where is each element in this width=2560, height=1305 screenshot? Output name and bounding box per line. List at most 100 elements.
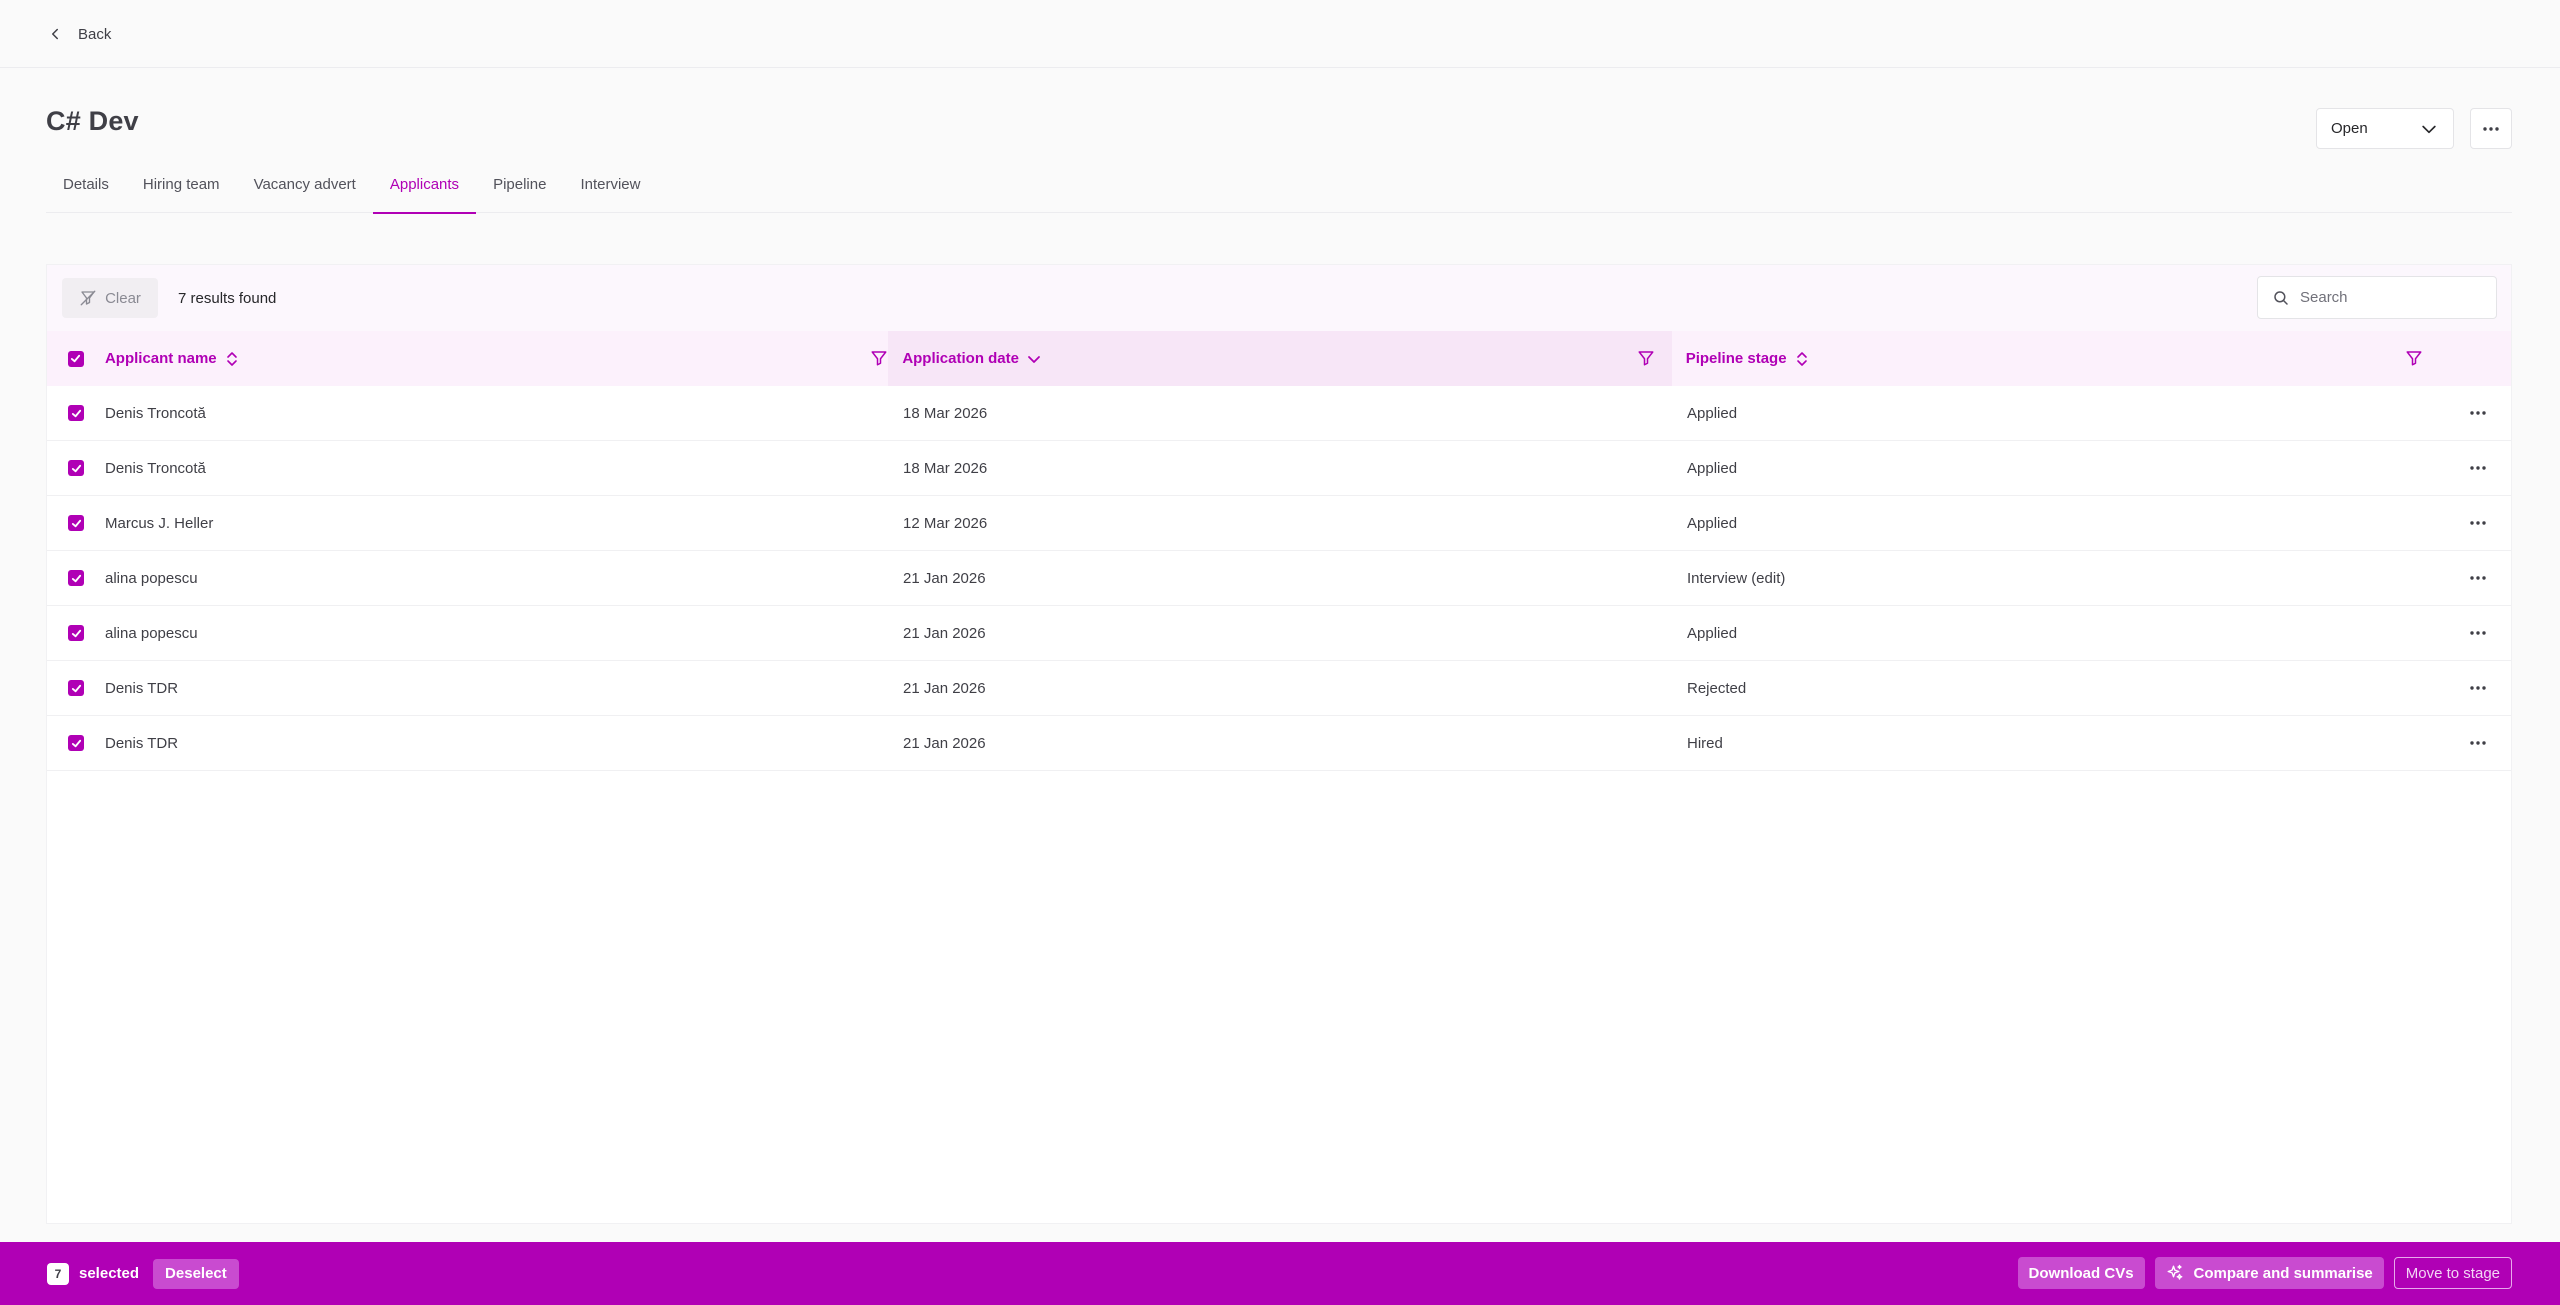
- row-more-button[interactable]: [2467, 568, 2489, 588]
- row-checkbox-cell: [47, 625, 105, 641]
- search-icon: [2274, 290, 2288, 305]
- table-row[interactable]: Marcus J. Heller 12 Mar 2026 Applied: [47, 496, 2511, 551]
- applicant-name[interactable]: Denis Troncotă: [105, 405, 889, 422]
- sort-icon[interactable]: [225, 351, 239, 367]
- filter-icon[interactable]: [1637, 349, 1655, 367]
- more-horizontal-icon: [2470, 466, 2486, 470]
- column-label-stage: Pipeline stage: [1685, 350, 1787, 367]
- row-checkbox[interactable]: [68, 735, 84, 751]
- row-more-button[interactable]: [2467, 678, 2489, 698]
- applicant-name[interactable]: alina popescu: [105, 625, 889, 642]
- row-checkbox-cell: [47, 570, 105, 586]
- clear-filters-button[interactable]: Clear: [62, 278, 158, 318]
- pipeline-stage: Applied: [1687, 459, 1738, 477]
- selected-label: selected: [79, 1265, 140, 1282]
- tab-bar: Details Hiring team Vacancy advert Appli…: [46, 166, 2512, 214]
- sort-icon[interactable]: [1795, 351, 1809, 367]
- select-all-checkbox[interactable]: [67, 350, 84, 367]
- application-date: 18 Mar 2026: [903, 404, 988, 422]
- application-date: 21 Jan 2026: [903, 569, 986, 587]
- check-icon: [71, 629, 81, 637]
- results-count: 7 results found: [178, 289, 277, 307]
- row-checkbox[interactable]: [68, 680, 84, 696]
- back-button[interactable]: Back: [46, 18, 111, 50]
- applicants-panel: Clear 7 results found Applicant name App…: [46, 264, 2512, 1224]
- applicant-name[interactable]: Denis Troncotă: [105, 460, 889, 477]
- compare-summarise-label: Compare and summarise: [2193, 1264, 2373, 1282]
- filter-icon[interactable]: [870, 349, 888, 367]
- more-horizontal-icon: [2470, 686, 2486, 690]
- row-checkbox-cell: [47, 735, 105, 751]
- application-date: 21 Jan 2026: [903, 734, 986, 752]
- more-horizontal-icon: [2470, 631, 2486, 635]
- sort-desc-icon[interactable]: [1027, 351, 1041, 367]
- row-checkbox-cell: [47, 515, 105, 531]
- table-row[interactable]: alina popescu 21 Jan 2026 Applied: [47, 606, 2511, 661]
- row-checkbox[interactable]: [68, 515, 84, 531]
- chevron-down-icon: [2422, 125, 2436, 133]
- row-checkbox[interactable]: [68, 460, 84, 476]
- top-bar: Back: [0, 0, 2560, 68]
- more-actions-button[interactable]: [2470, 108, 2512, 149]
- page-title: C# Dev: [46, 106, 139, 136]
- row-more-button[interactable]: [2467, 733, 2489, 753]
- check-icon: [71, 519, 81, 527]
- row-more-button[interactable]: [2467, 513, 2489, 533]
- row-more-button[interactable]: [2467, 623, 2489, 643]
- filter-icon[interactable]: [2405, 349, 2423, 367]
- status-select[interactable]: Open: [2316, 108, 2454, 149]
- selected-count-badge: 7: [47, 1262, 69, 1285]
- check-icon: [71, 354, 81, 363]
- table-header: Applicant name Application date Pipeline…: [47, 331, 2511, 386]
- check-icon: [71, 739, 81, 747]
- more-horizontal-icon: [2470, 521, 2486, 525]
- column-header-date[interactable]: Application date: [888, 331, 1672, 386]
- pipeline-stage: Hired: [1687, 734, 1723, 752]
- header-checkbox-cell: [47, 331, 105, 386]
- applicant-name[interactable]: alina popescu: [105, 570, 889, 587]
- applicant-name[interactable]: Denis TDR: [105, 735, 889, 752]
- table-row[interactable]: Denis Troncotă 18 Mar 2026 Applied: [47, 386, 2511, 441]
- row-checkbox[interactable]: [68, 570, 84, 586]
- row-checkbox[interactable]: [68, 405, 84, 421]
- table-row[interactable]: Denis Troncotă 18 Mar 2026 Applied: [47, 441, 2511, 496]
- pipeline-stage: Rejected: [1687, 679, 1747, 697]
- row-checkbox-cell: [47, 680, 105, 696]
- tab-pipeline[interactable]: Pipeline: [476, 166, 563, 213]
- applicant-name[interactable]: Denis TDR: [105, 680, 889, 697]
- tab-details[interactable]: Details: [46, 166, 126, 213]
- deselect-button[interactable]: Deselect: [153, 1258, 239, 1289]
- download-cvs-button[interactable]: Download CVs: [2017, 1257, 2145, 1289]
- application-date: 12 Mar 2026: [903, 514, 988, 532]
- selection-bar: 7 selected Deselect Download CVs Compare…: [0, 1242, 2560, 1305]
- search-box: [2257, 276, 2497, 319]
- pipeline-stage: Applied: [1687, 514, 1738, 532]
- row-checkbox[interactable]: [68, 625, 84, 641]
- row-more-button[interactable]: [2467, 458, 2489, 478]
- search-input[interactable]: [2300, 289, 2480, 306]
- column-label-name: Applicant name: [104, 350, 217, 367]
- tab-applicants[interactable]: Applicants: [372, 166, 477, 214]
- pipeline-stage: Interview (edit): [1687, 569, 1786, 587]
- table-row[interactable]: alina popescu 21 Jan 2026 Interview (edi…: [47, 551, 2511, 606]
- pipeline-stage: Applied: [1687, 404, 1738, 422]
- check-icon: [71, 574, 81, 582]
- applicant-name[interactable]: Marcus J. Heller: [105, 515, 889, 532]
- check-icon: [71, 464, 81, 472]
- tab-hiring-team[interactable]: Hiring team: [126, 166, 237, 213]
- row-checkbox-cell: [47, 460, 105, 476]
- sparkle-icon: [2167, 1264, 2182, 1280]
- table-row[interactable]: Denis TDR 21 Jan 2026 Rejected: [47, 661, 2511, 716]
- row-more-button[interactable]: [2467, 403, 2489, 423]
- table-toolbar: Clear 7 results found: [47, 265, 2511, 331]
- column-header-name[interactable]: Applicant name: [105, 331, 888, 386]
- status-value: Open: [2331, 120, 2368, 137]
- application-date: 18 Mar 2026: [903, 459, 988, 477]
- tab-vacancy-advert[interactable]: Vacancy advert: [237, 166, 373, 213]
- check-icon: [71, 409, 81, 417]
- column-header-stage[interactable]: Pipeline stage: [1672, 331, 2511, 386]
- compare-summarise-button[interactable]: Compare and summarise: [2154, 1257, 2384, 1289]
- move-to-stage-button[interactable]: Move to stage: [2393, 1257, 2512, 1289]
- tab-interview[interactable]: Interview: [563, 166, 657, 213]
- table-row[interactable]: Denis TDR 21 Jan 2026 Hired: [47, 716, 2511, 771]
